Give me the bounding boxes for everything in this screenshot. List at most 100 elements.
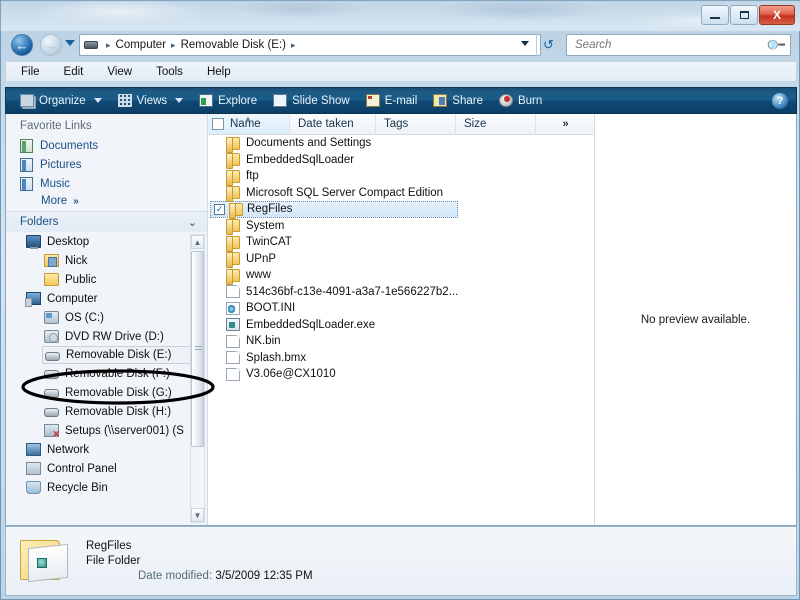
toolbar-button-views[interactable]: Views <box>112 91 189 110</box>
select-all-checkbox[interactable] <box>212 118 224 130</box>
list-item[interactable]: NK.bin <box>208 333 594 350</box>
list-item[interactable]: System <box>208 218 594 236</box>
recycle-bin-icon <box>26 481 41 494</box>
column-label-tags: Tags <box>384 118 409 130</box>
help-icon[interactable]: ? <box>772 92 788 109</box>
list-item[interactable]: UPnP <box>208 251 594 269</box>
breadcrumb-removable-disk-e[interactable]: Removable Disk (E:) <box>181 39 286 51</box>
menu-item-edit[interactable]: Edit <box>61 65 87 79</box>
documents-icon <box>20 138 33 153</box>
favorite-links-more-button[interactable]: More » <box>6 193 207 211</box>
folder-tree-scrollbar[interactable]: ▲ ▼ <box>190 234 205 523</box>
tree-label: Recycle Bin <box>47 481 108 494</box>
favorite-link-documents[interactable]: Documents <box>6 136 207 155</box>
menu-item-help[interactable]: Help <box>204 65 234 79</box>
removable-disk-icon <box>44 389 59 398</box>
search-box[interactable]: 🔍 <box>566 34 791 56</box>
folder-icon <box>226 235 240 252</box>
menu-item-tools[interactable]: Tools <box>153 65 186 79</box>
recent-locations-chevron-down-icon[interactable] <box>65 40 75 46</box>
address-bar[interactable]: ▸ Computer ▸ Removable Disk (E:) ▸ <box>79 34 541 56</box>
minimize-icon <box>710 17 720 19</box>
list-item[interactable]: V3.06e@CX1010 <box>208 366 594 383</box>
column-header-name[interactable]: Name ▲ <box>208 114 290 134</box>
user-folder-icon <box>44 254 59 267</box>
back-button[interactable]: ← <box>11 34 33 56</box>
maximize-button[interactable] <box>730 5 758 25</box>
list-item[interactable]: BOOT.INI <box>208 300 594 317</box>
minimize-button[interactable] <box>701 5 729 25</box>
file-name: Splash.bmx <box>246 351 307 364</box>
file-name: Documents and Settings <box>246 137 372 150</box>
tree-item-control-panel[interactable]: Control Panel <box>6 459 190 478</box>
toolbar-button-share[interactable]: Share <box>427 91 489 110</box>
file-list[interactable]: Documents and Settings EmbeddedSqlLoader… <box>208 135 594 525</box>
favorite-link-pictures[interactable]: Pictures <box>6 155 207 174</box>
tree-item-nick[interactable]: Nick <box>6 251 190 270</box>
file-name: NK.bin <box>246 335 281 348</box>
toolbar-button-slide-show[interactable]: Slide Show <box>267 91 356 110</box>
breadcrumb-computer[interactable]: Computer <box>116 39 167 51</box>
row-checkbox[interactable]: ✓ <box>214 203 225 215</box>
tree-item-network[interactable]: Network <box>6 440 190 459</box>
tree-item-recycle-bin[interactable]: Recycle Bin <box>6 478 190 497</box>
column-header-size[interactable]: Size <box>456 114 536 134</box>
tree-item-removable-disk-e[interactable]: Removable Disk (E:) <box>42 346 192 364</box>
folder-icon <box>226 136 240 153</box>
toolbar-button-email[interactable]: E-mail <box>360 91 424 110</box>
tree-item-dvd-rw-drive-d[interactable]: DVD RW Drive (D:) <box>6 327 190 346</box>
tree-item-desktop[interactable]: Desktop <box>6 232 190 251</box>
toolbar-button-organize[interactable]: Organize <box>14 91 108 110</box>
tree-item-removable-disk-h[interactable]: Removable Disk (H:) <box>6 402 190 421</box>
column-header-tags[interactable]: Tags <box>376 114 456 134</box>
tree-item-removable-disk-g[interactable]: Removable Disk (G:) <box>6 383 190 402</box>
scrollbar-thumb[interactable] <box>191 251 204 447</box>
tree-item-setups-server001[interactable]: Setups (\\server001) (S <box>6 421 190 440</box>
address-bar-row: ← → ▸ Computer ▸ Removable Disk (E:) ▸ ↺… <box>1 31 800 59</box>
toolbar-button-burn[interactable]: Burn <box>493 91 548 110</box>
list-item[interactable]: TwinCAT <box>208 234 594 252</box>
address-dropdown-chevron-down-icon[interactable] <box>521 41 529 46</box>
more-label: More <box>41 195 68 207</box>
scroll-up-arrow-icon[interactable]: ▲ <box>191 235 204 249</box>
tree-item-public[interactable]: Public <box>6 270 190 289</box>
file-name: EmbeddedSqlLoader <box>246 153 355 166</box>
list-item[interactable]: Documents and Settings <box>208 135 594 153</box>
list-item[interactable]: Splash.bmx <box>208 350 594 367</box>
search-input[interactable] <box>573 38 768 52</box>
refresh-button[interactable]: ↺ <box>536 34 560 56</box>
favorite-link-music[interactable]: Music <box>6 174 207 193</box>
menu-item-file[interactable]: File <box>18 65 43 79</box>
generic-file-icon <box>226 285 240 299</box>
removable-drive-icon <box>84 41 98 49</box>
list-item[interactable]: www <box>208 267 594 285</box>
folders-section-header[interactable]: Folders ⌄ <box>6 211 207 232</box>
list-item-selected[interactable]: ✓ RegFiles <box>210 201 458 219</box>
network-icon <box>26 443 41 456</box>
scroll-down-arrow-icon[interactable]: ▼ <box>191 508 204 522</box>
list-item[interactable]: EmbeddedSqlLoader <box>208 152 594 170</box>
toolbar-button-explore[interactable]: Explore <box>193 91 263 110</box>
column-header-row: Name ▲ Date taken Tags Size » <box>208 114 594 135</box>
desktop-icon <box>26 235 41 249</box>
list-item[interactable]: EmbeddedSqlLoader.exe <box>208 317 594 334</box>
column-header-overflow[interactable]: » <box>536 114 594 134</box>
tree-item-removable-disk-f[interactable]: Removable Disk (F:) <box>6 364 190 383</box>
close-button[interactable]: X <box>759 5 795 25</box>
slideshow-icon <box>273 94 288 107</box>
toolbar-label-share: Share <box>452 94 483 107</box>
list-item[interactable]: 514c36bf-c13e-4091-a3a7-1e566227b2... <box>208 284 594 301</box>
forward-button[interactable]: → <box>40 34 62 56</box>
chevron-down-icon[interactable]: ⌄ <box>188 216 197 229</box>
search-icon[interactable]: 🔍 <box>765 34 788 57</box>
menu-item-view[interactable]: View <box>104 65 135 79</box>
column-header-date-taken[interactable]: Date taken <box>290 114 376 134</box>
list-item[interactable]: ftp <box>208 168 594 186</box>
tree-label: Removable Disk (F:) <box>65 367 170 380</box>
tree-item-computer[interactable]: Computer <box>6 289 190 308</box>
favorite-label-music: Music <box>40 177 71 190</box>
tree-item-os-c[interactable]: OS (C:) <box>6 308 190 327</box>
list-item[interactable]: Microsoft SQL Server Compact Edition <box>208 185 594 203</box>
folder-icon <box>226 219 240 236</box>
details-date-value: 3/5/2009 12:35 PM <box>215 570 313 582</box>
